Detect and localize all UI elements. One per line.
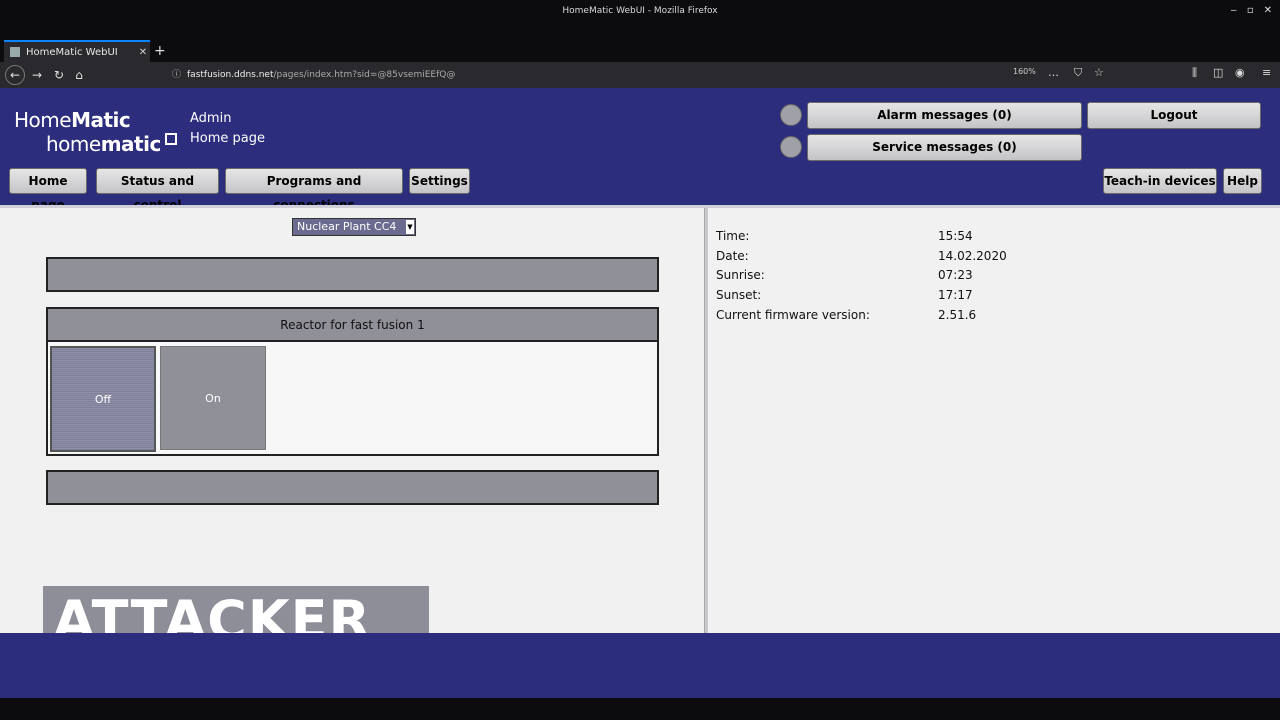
sunrise-value: 07:23 xyxy=(938,268,973,282)
zoom-level[interactable]: 160% xyxy=(1013,67,1036,76)
new-tab-icon[interactable]: + xyxy=(154,40,166,62)
back-icon[interactable]: ← xyxy=(5,65,25,85)
tab-close-icon[interactable]: ✕ xyxy=(136,47,150,58)
pocket-icon[interactable]: ⛉ xyxy=(1074,66,1082,80)
homematic-footer xyxy=(0,633,1280,698)
main-content: Nuclear Plant CC4 ▼ Reactor for fast fus… xyxy=(0,205,1280,656)
library-icon[interactable]: ⫼ xyxy=(1192,66,1197,80)
sidebar-icon[interactable]: ◫ xyxy=(1213,66,1223,79)
nav-teach-in-devices[interactable]: Teach-in devices xyxy=(1103,168,1217,194)
service-messages-button[interactable]: Service messages (0) xyxy=(807,134,1082,161)
more-icon[interactable]: … xyxy=(1048,66,1059,79)
sunset-value: 17:17 xyxy=(938,288,973,302)
account-icon[interactable]: ◉ xyxy=(1235,66,1245,79)
menu-icon[interactable]: ≡ xyxy=(1262,66,1271,79)
url-path: /pages/index.htm?sid=@85vsemiEEfQ@ xyxy=(273,70,456,80)
room-select-value: Nuclear Plant CC4 xyxy=(297,220,397,233)
nav-help[interactable]: Help xyxy=(1223,168,1262,194)
bookmark-star-icon[interactable]: ☆ xyxy=(1094,66,1104,79)
off-button[interactable]: Off xyxy=(50,346,156,452)
forward-icon[interactable]: → xyxy=(28,66,46,84)
window-title: HomeMatic WebUI - Mozilla Firefox xyxy=(562,6,718,16)
date-label: Date: xyxy=(716,249,749,263)
device-panel: Reactor for fast fusion 1 Off On xyxy=(46,307,659,456)
nav-settings[interactable]: Settings xyxy=(409,168,470,194)
device-title: Reactor for fast fusion 1 xyxy=(48,309,657,342)
time-label: Time: xyxy=(716,229,750,243)
favicon-icon xyxy=(10,47,20,57)
window-titlebar: HomeMatic WebUI - Mozilla Firefox ‒ ▫ ✕ xyxy=(0,0,1280,22)
user-name: Admin xyxy=(190,111,232,126)
tab-homematic[interactable]: HomeMatic WebUI ✕ xyxy=(4,40,150,62)
service-led-icon xyxy=(780,136,802,158)
tab-bar: HomeMatic WebUI ✕ xyxy=(0,22,1280,62)
on-button[interactable]: On xyxy=(160,346,266,450)
logo-homematic-small: homematic xyxy=(46,132,177,156)
logout-button[interactable]: Logout xyxy=(1087,102,1261,129)
firmware-label: Current firmware version: xyxy=(716,308,870,322)
url-domain: fastfusion.ddns.net xyxy=(187,70,274,80)
dropdown-arrow-icon[interactable]: ▼ xyxy=(406,220,414,234)
alarm-messages-button[interactable]: Alarm messages (0) xyxy=(807,102,1082,129)
time-value: 15:54 xyxy=(938,229,973,243)
date-value: 14.02.2020 xyxy=(938,249,1007,263)
close-window-icon[interactable]: ✕ xyxy=(1264,0,1272,22)
sunset-label: Sunset: xyxy=(716,288,762,302)
nav-programs-and-connections[interactable]: Programs and connections xyxy=(225,168,403,212)
minimize-icon[interactable]: ‒ xyxy=(1230,0,1236,22)
nav-home-page[interactable]: Home page xyxy=(9,168,87,212)
logo-homematic: HomeMatic xyxy=(14,108,131,132)
empty-panel-bottom xyxy=(46,470,659,505)
panel-divider[interactable] xyxy=(704,208,708,636)
logo-square-icon xyxy=(164,133,177,145)
window-controls: ‒ ▫ ✕ xyxy=(1230,0,1272,22)
firmware-value: 2.51.6 xyxy=(938,308,977,322)
nav-status-and-control[interactable]: Status and control xyxy=(96,168,219,212)
tab-title: HomeMatic WebUI xyxy=(26,46,118,58)
empty-panel-top xyxy=(46,257,659,292)
reload-icon[interactable]: ↻ xyxy=(50,66,68,84)
browser-navbar: ← → ↻ ⌂ ⓘ fastfusion.ddns.net/pages/index… xyxy=(0,62,1280,88)
current-page-name: Home page xyxy=(190,131,265,146)
url-bar[interactable]: ⓘ fastfusion.ddns.net/pages/index.htm?sid… xyxy=(172,66,1112,84)
homematic-header: HomeMatic homematic Admin Home page Alar… xyxy=(0,88,1280,212)
home-icon[interactable]: ⌂ xyxy=(70,66,88,84)
alarm-led-icon xyxy=(780,104,802,126)
site-info-icon[interactable]: ⓘ xyxy=(172,70,181,80)
maximize-icon[interactable]: ▫ xyxy=(1247,0,1254,22)
room-select[interactable]: Nuclear Plant CC4 ▼ xyxy=(292,218,416,236)
bottom-strip xyxy=(0,698,1280,720)
sunrise-label: Sunrise: xyxy=(716,268,765,282)
